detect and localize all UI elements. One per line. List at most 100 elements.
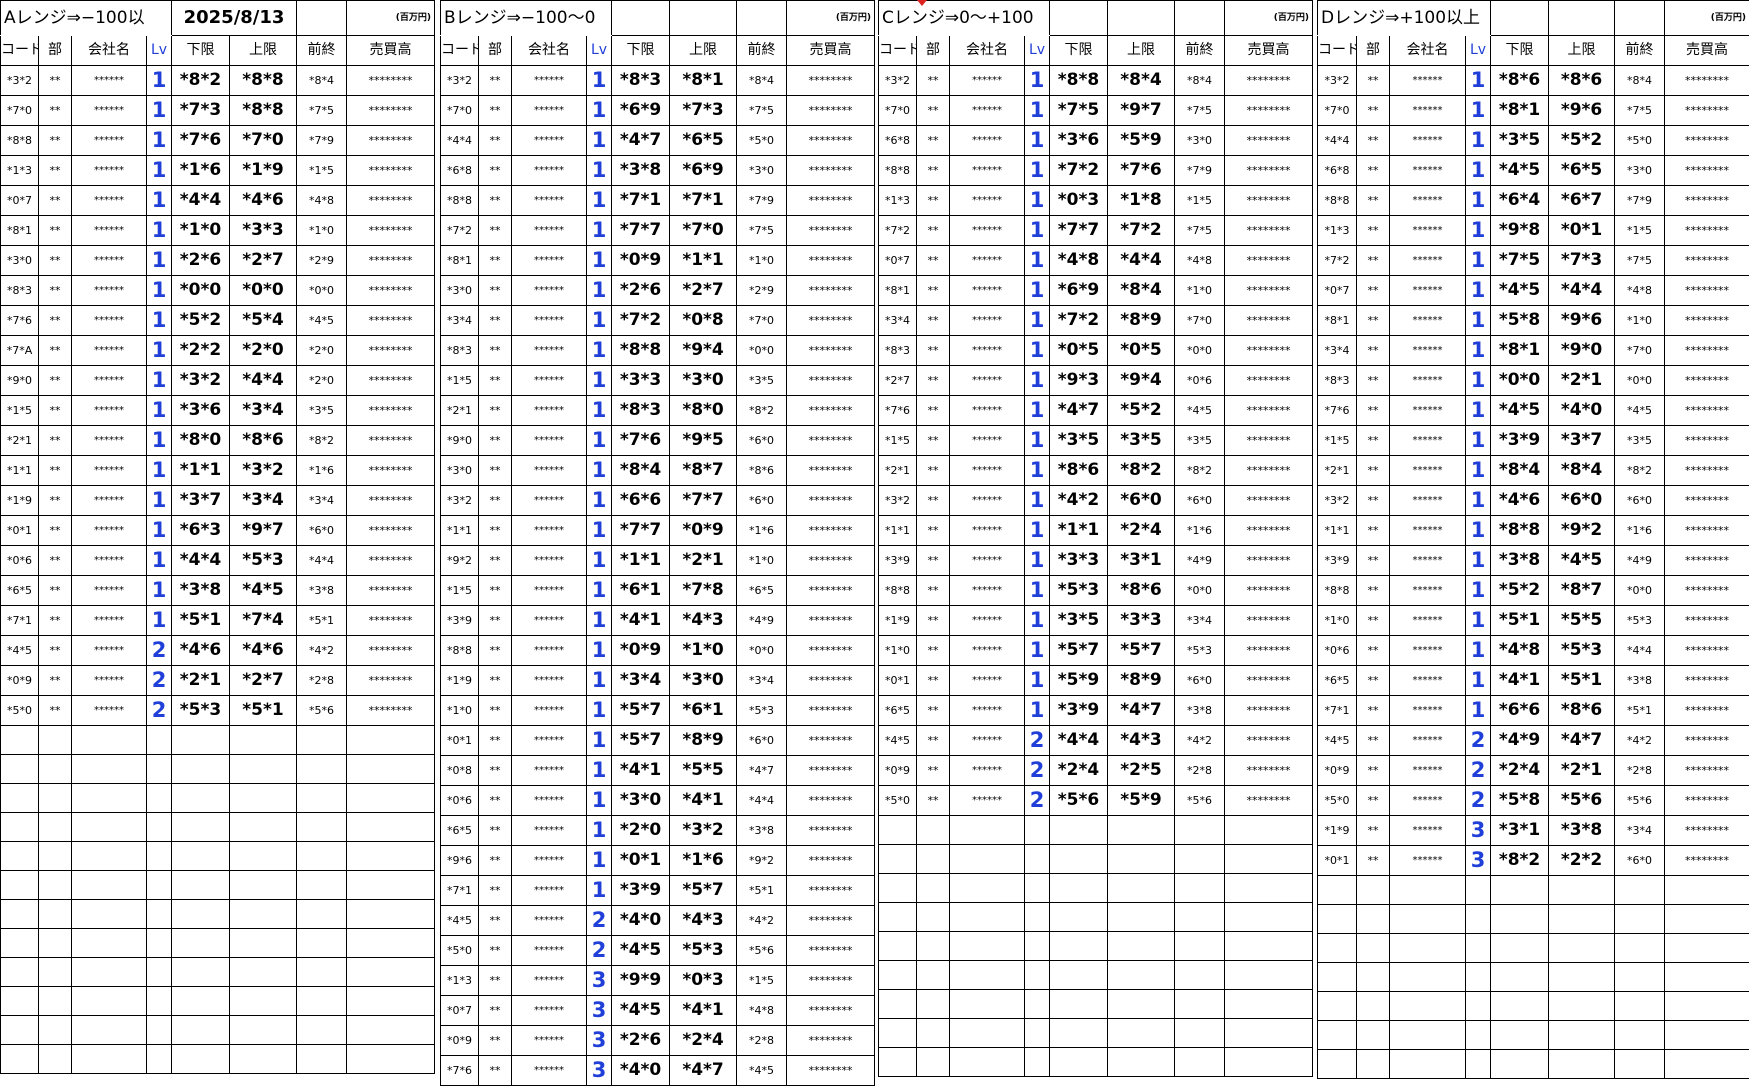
cell-dept: ** [479, 456, 512, 486]
empty-row [879, 1048, 1313, 1077]
cell-low: *7*5 [1050, 96, 1108, 126]
cell-company: ****** [1390, 696, 1466, 726]
cell-high: *3*2 [230, 456, 297, 486]
cell-high: *3*8 [1549, 816, 1615, 846]
cell-dept: ** [917, 786, 950, 816]
cell-vol: ******** [787, 996, 875, 1026]
cell-dept: ** [39, 576, 72, 606]
cell-code: *3*9 [1318, 546, 1357, 576]
cell-dept: ** [39, 186, 72, 216]
cell-company: ****** [1390, 216, 1466, 246]
cell-vol: ******** [1225, 156, 1313, 186]
table-row: *7*0********1*7*5*9*7*7*5******** [879, 96, 1313, 126]
cell-company: ****** [72, 396, 147, 426]
cell-vol: ******** [1225, 96, 1313, 126]
cell-lv: 1 [1025, 126, 1050, 156]
cell-code: *3*2 [441, 486, 479, 516]
cell-vol: ******** [787, 186, 875, 216]
unit-label: (百万円) [1665, 1, 1749, 36]
cell-company: ****** [512, 516, 587, 546]
cell-dept: ** [39, 636, 72, 666]
cell-company: ****** [950, 456, 1025, 486]
cell-dept [917, 961, 950, 990]
table-row: *8*1********1*5*8*9*6*1*0******** [1318, 306, 1749, 336]
table-row: *8*8********1*7*2*7*6*7*9******** [879, 156, 1313, 186]
cell-low: *4*9 [1491, 726, 1549, 756]
cell-vol [1665, 876, 1749, 905]
cell-low [1050, 1019, 1108, 1048]
cell-vol: ******** [1225, 486, 1313, 516]
cell-code [879, 903, 917, 932]
table-row: *7*2********1*7*7*7*2*7*5******** [879, 216, 1313, 246]
cell-prev: *8*4 [737, 66, 787, 96]
cell-vol: ******** [1665, 756, 1749, 786]
cell-prev: *2*8 [297, 666, 347, 696]
cell-prev [297, 900, 347, 929]
cell-code: *7*6 [879, 396, 917, 426]
cell-dept: ** [479, 246, 512, 276]
empty-row [879, 903, 1313, 932]
cell-prev: *1*6 [297, 456, 347, 486]
unit-label: (百万円) [347, 1, 435, 36]
table-row: *3*2********1*8*3*8*1*8*4******** [441, 66, 875, 96]
cell-dept [1357, 876, 1390, 905]
header-dept: 部 [479, 36, 512, 66]
cell-low: *5*8 [1491, 306, 1549, 336]
cell-high [1108, 1048, 1175, 1077]
cell-dept: ** [917, 426, 950, 456]
cell-code [1, 813, 39, 842]
cell-dept: ** [917, 366, 950, 396]
cell-vol [347, 929, 435, 958]
cell-vol [1225, 932, 1313, 961]
table-row: *0*6********1*4*8*5*3*4*4******** [1318, 636, 1749, 666]
cell-dept: ** [479, 306, 512, 336]
cell-code [1, 842, 39, 871]
cell-dept [39, 755, 72, 784]
table-row: *2*1********1*8*4*8*4*8*2******** [1318, 456, 1749, 486]
table-row: *8*3********1*0*0*0*0*0*0******** [1, 276, 435, 306]
cell-company [72, 1045, 147, 1074]
cell-prev: *4*7 [737, 756, 787, 786]
cell-prev: *6*0 [1175, 486, 1225, 516]
cell-code: *1*5 [441, 366, 479, 396]
cell-high [1108, 845, 1175, 874]
cell-dept: ** [479, 426, 512, 456]
cell-low: *3*8 [172, 576, 230, 606]
cell-code: *3*2 [1318, 66, 1357, 96]
cell-lv: 1 [587, 846, 612, 876]
cell-vol: ******** [347, 156, 435, 186]
cell-lv: 1 [1466, 456, 1491, 486]
cell-code [1318, 934, 1357, 963]
cell-prev [1175, 990, 1225, 1019]
cell-dept: ** [917, 186, 950, 216]
cell-code: *7*A [1, 336, 39, 366]
cell-company [72, 755, 147, 784]
cell-code: *8*1 [1318, 306, 1357, 336]
cell-company: ****** [512, 906, 587, 936]
cell-code: *1*0 [879, 636, 917, 666]
header-low: 下限 [172, 36, 230, 66]
cell-vol [1225, 903, 1313, 932]
cell-lv: 1 [587, 606, 612, 636]
table-row: *0*1********1*5*7*8*9*6*0******** [441, 726, 875, 756]
cell-prev [1615, 905, 1665, 934]
cell-dept: ** [917, 546, 950, 576]
cell-low: *8*4 [612, 456, 670, 486]
cell-lv: 1 [1466, 486, 1491, 516]
table-row: *2*7********1*9*3*9*4*0*6******** [879, 366, 1313, 396]
cell-high [1108, 903, 1175, 932]
cell-high: *4*3 [1108, 726, 1175, 756]
cell-vol [347, 958, 435, 987]
cell-company: ****** [72, 456, 147, 486]
cell-company: ****** [512, 816, 587, 846]
cell-code: *6*5 [879, 696, 917, 726]
cell-company: ****** [512, 756, 587, 786]
cell-low: *3*9 [612, 876, 670, 906]
empty-row [1, 900, 435, 929]
cell-low [1050, 816, 1108, 845]
cell-company: ****** [1390, 396, 1466, 426]
cell-code: *1*3 [879, 186, 917, 216]
table-row: *1*5********1*3*9*3*7*3*5******** [1318, 426, 1749, 456]
cell-lv: 1 [1466, 336, 1491, 366]
cell-code: *3*4 [879, 306, 917, 336]
